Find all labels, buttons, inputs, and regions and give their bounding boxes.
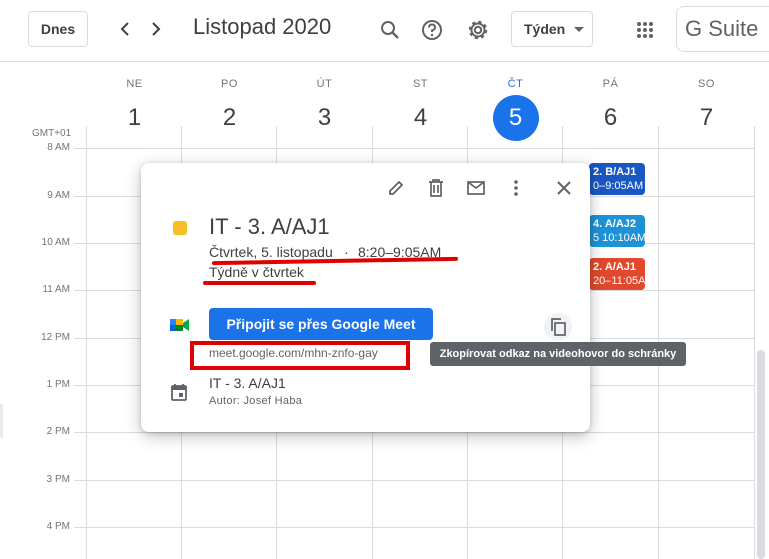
event-date: Čtvrtek, 5. listopadu <box>209 244 333 260</box>
hour-label: 10 AM <box>41 237 70 248</box>
event-time: 0–9:05AM <box>593 180 644 192</box>
view-select-label: Týden <box>524 21 566 37</box>
top-bar: Dnes Listopad 2020 Týden G Suite <box>0 0 769 62</box>
date-time-separator: · <box>344 244 349 260</box>
chevron-right-icon[interactable] <box>143 16 169 42</box>
join-meet-button[interactable]: Připojit se přes Google Meet <box>209 308 433 340</box>
day-column-header[interactable]: NE 1 <box>87 62 182 131</box>
event-time: 5 10:10AM <box>593 232 645 244</box>
day-name: ÚT <box>316 78 333 90</box>
hour-label: 2 PM <box>46 426 70 437</box>
grid-divider <box>754 126 755 559</box>
hour-label: 12 PM <box>41 332 70 343</box>
hour-label: 9 AM <box>47 190 70 201</box>
grid-divider <box>86 126 87 559</box>
event-detail-popup: IT - 3. A/AJ1 Čtvrtek, 5. listopadu · 8:… <box>141 163 590 432</box>
trash-icon[interactable] <box>424 176 448 200</box>
annotation-box <box>190 341 410 370</box>
more-vert-icon[interactable] <box>504 176 528 200</box>
copy-icon[interactable] <box>544 313 572 341</box>
day-column-header[interactable]: PO 2 <box>182 62 277 131</box>
event-time: 20–11:05A <box>593 275 645 287</box>
day-column-header[interactable]: ST 4 <box>373 62 468 131</box>
calendar-event[interactable]: 2. B/AJ1 0–9:05AM <box>589 163 645 195</box>
view-select[interactable]: Týden <box>511 11 593 47</box>
calendar-name: IT - 3. A/AJ1 <box>209 375 286 391</box>
search-icon[interactable] <box>374 14 406 46</box>
calendar-icon <box>171 383 189 401</box>
day-column-header[interactable]: SO 7 <box>659 62 754 131</box>
hour-label: 4 PM <box>46 521 70 532</box>
day-name: PO <box>221 78 238 90</box>
grid-divider <box>74 480 755 481</box>
hour-label: 11 AM <box>42 284 70 295</box>
hour-label: 1 PM <box>46 379 70 390</box>
today-button[interactable]: Dnes <box>28 11 88 47</box>
day-column-header-today[interactable]: ČT 5 <box>468 62 563 141</box>
grid-divider <box>74 432 755 433</box>
side-panel-edge <box>0 404 3 438</box>
calendar-event[interactable]: 4. A/AJ2 5 10:10AM <box>589 215 645 247</box>
day-name: NE <box>126 78 143 90</box>
hour-label: 8 AM <box>47 142 70 153</box>
edit-pencil-icon[interactable] <box>384 176 408 200</box>
event-author: Autor: Josef Haba <box>209 395 303 407</box>
help-icon[interactable] <box>416 14 448 46</box>
day-name: ST <box>412 78 429 90</box>
event-title: 2. B/AJ1 <box>593 166 637 178</box>
event-title: 4. A/AJ2 <box>593 218 637 230</box>
google-meet-icon <box>170 317 190 333</box>
calendar-event[interactable]: 2. A/AJ1 20–11:05A <box>589 258 645 290</box>
caret-down-icon <box>574 27 584 32</box>
hour-label: 3 PM <box>46 474 70 485</box>
grid-divider <box>74 148 755 149</box>
day-column-header[interactable]: PÁ 6 <box>563 62 658 131</box>
apps-grid-icon[interactable] <box>629 14 661 46</box>
copy-tooltip: Zkopírovat odkaz na videohovor do schrán… <box>430 342 686 366</box>
day-name: PÁ <box>602 78 619 90</box>
event-title: IT - 3. A/AJ1 <box>209 214 330 239</box>
day-name: ČT <box>507 78 524 90</box>
day-column-header[interactable]: ÚT 3 <box>277 62 372 131</box>
event-recurrence: Týdně v čtvrtek <box>209 264 304 280</box>
mail-icon[interactable] <box>464 176 488 200</box>
grid-divider <box>74 527 755 528</box>
gear-icon[interactable] <box>462 14 494 46</box>
close-icon[interactable] <box>552 176 576 200</box>
event-title: 2. A/AJ1 <box>593 261 637 273</box>
event-color-swatch <box>173 221 187 235</box>
annotation-underline <box>203 281 316 285</box>
gsuite-logo[interactable]: G Suite <box>676 6 769 52</box>
day-header: NE 1 PO 2 ÚT 3 ST 4 ČT 5 PÁ 6 SO 7 <box>87 62 769 141</box>
vertical-scrollbar[interactable] <box>757 350 765 559</box>
chevron-left-icon[interactable] <box>112 16 138 42</box>
day-name: SO <box>698 78 715 90</box>
month-title: Listopad 2020 <box>193 14 332 39</box>
